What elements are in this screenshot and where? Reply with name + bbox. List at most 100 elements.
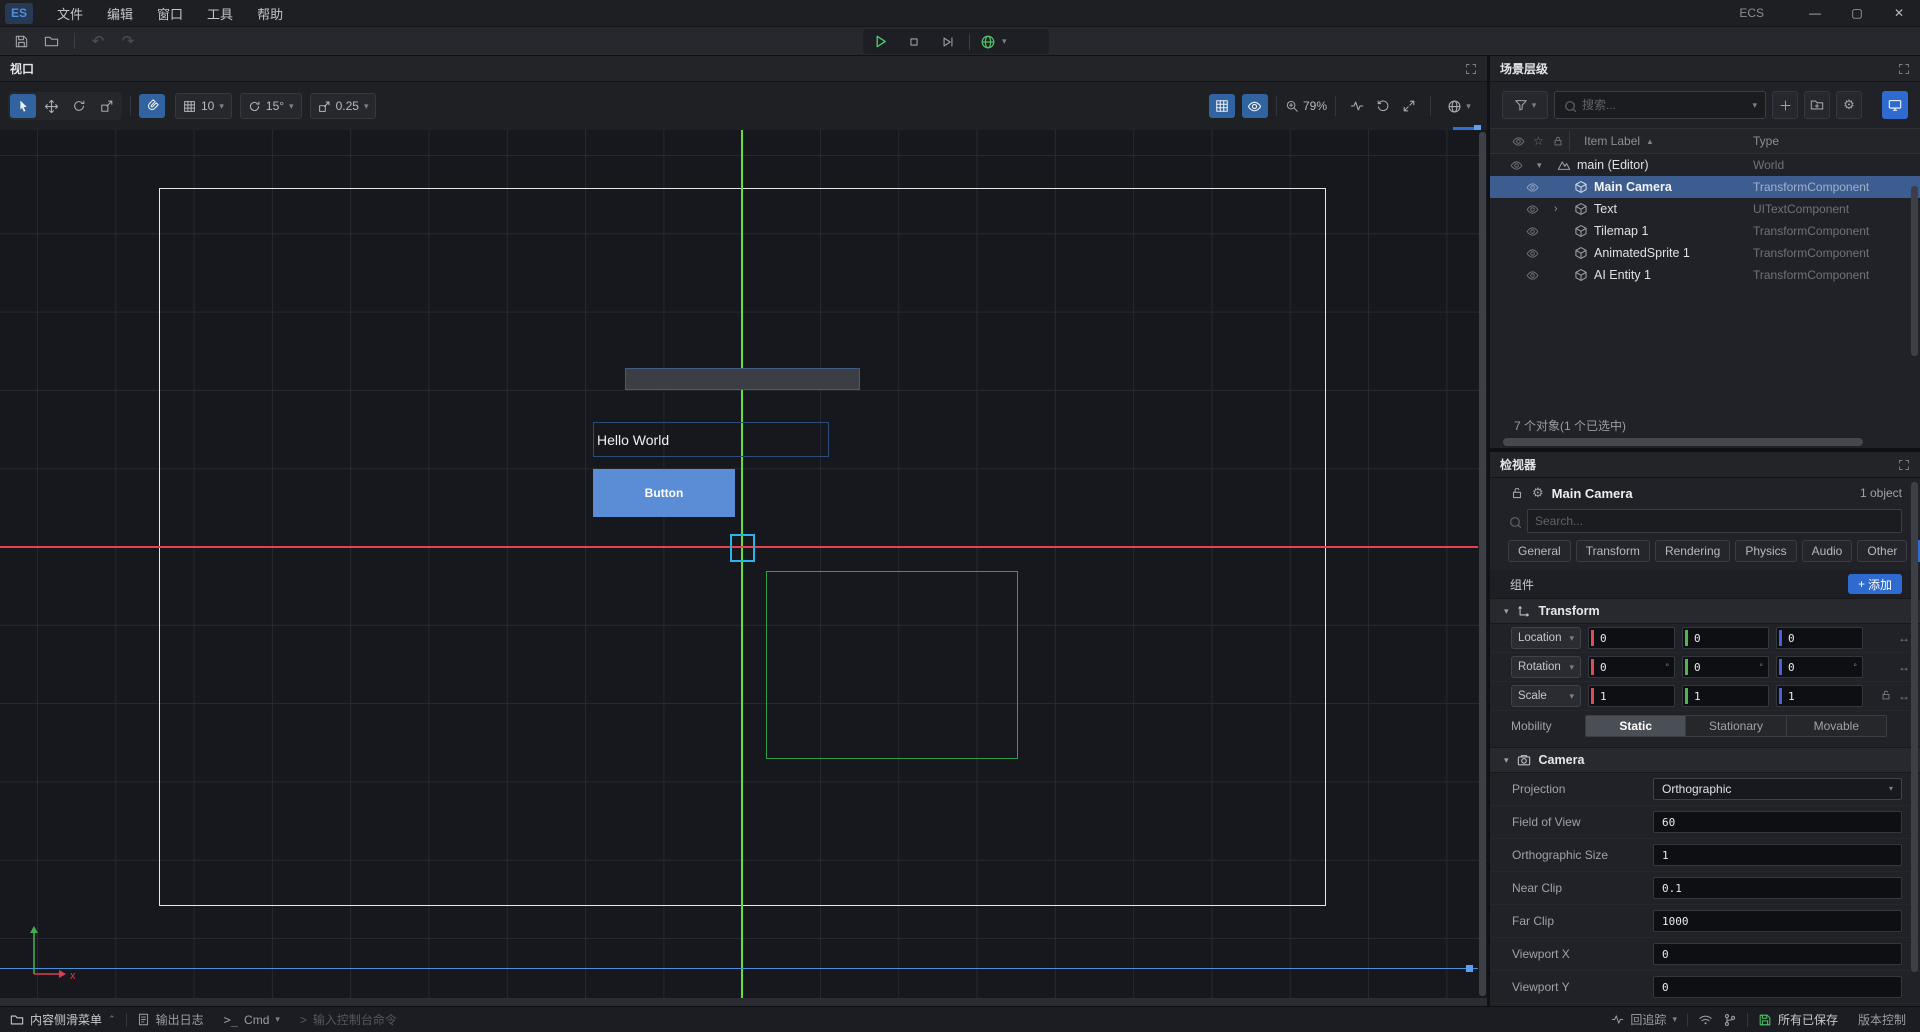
output-log-button[interactable]: 输出日志 <box>127 1011 214 1028</box>
display-mode-button[interactable] <box>1882 91 1908 119</box>
scale-x-field[interactable] <box>1588 685 1675 707</box>
visibility-column-icon[interactable] <box>1512 135 1525 148</box>
gear-icon[interactable]: ⚙ <box>1532 485 1544 501</box>
rotation-y-field[interactable]: ° <box>1682 656 1769 678</box>
field-of-view-field[interactable] <box>1653 811 1902 833</box>
inspector-search-input[interactable] <box>1535 514 1894 528</box>
minimize-button[interactable]: — <box>1794 0 1836 27</box>
location-x-field[interactable] <box>1588 627 1675 649</box>
app-logo[interactable]: ES <box>5 3 33 24</box>
table-row[interactable]: AI Entity 1 TransformComponent <box>1490 264 1920 286</box>
save-status[interactable]: 所有已保存 <box>1748 1011 1848 1028</box>
hierarchy-settings-button[interactable]: ⚙ <box>1836 91 1862 119</box>
visibility-icon[interactable] <box>1526 203 1539 216</box>
rotation-dropdown[interactable]: Rotation ▾ <box>1511 656 1581 678</box>
table-row[interactable]: Tilemap 1 TransformComponent <box>1490 220 1920 242</box>
zoom-icon[interactable] <box>1285 99 1299 113</box>
hierarchy-search[interactable]: ▾ <box>1554 91 1766 119</box>
tab-rendering[interactable]: Rendering <box>1655 540 1730 562</box>
zoom-level[interactable]: 79% <box>1303 99 1327 113</box>
add-entity-button[interactable] <box>1772 91 1798 119</box>
camera-section-header[interactable]: ▾ Camera <box>1490 747 1920 773</box>
table-row[interactable]: ▾ main (Editor) World <box>1490 154 1920 176</box>
menu-help[interactable]: 帮助 <box>245 0 295 27</box>
link-axes-icon[interactable]: ↔ <box>1898 631 1910 645</box>
tab-general[interactable]: General <box>1508 540 1571 562</box>
mobility-stationary[interactable]: Stationary <box>1686 716 1786 736</box>
tab-physics[interactable]: Physics <box>1735 540 1796 562</box>
button-entity[interactable]: Button <box>593 469 735 517</box>
table-row-selected[interactable]: Main Camera TransformComponent <box>1490 176 1920 198</box>
select-tool-button[interactable] <box>10 94 36 118</box>
column-type[interactable]: Type <box>1753 134 1779 148</box>
scale-tool-button[interactable] <box>94 94 120 118</box>
hierarchy-vertical-scrollbar[interactable] <box>1911 186 1918 356</box>
rotation-z-field[interactable]: ° <box>1776 656 1863 678</box>
add-component-button[interactable]: + 添加 <box>1848 574 1902 594</box>
visibility-icon[interactable] <box>1526 225 1539 238</box>
play-button[interactable] <box>863 29 897 54</box>
lock-column-icon[interactable] <box>1552 135 1564 147</box>
show-gizmos-button[interactable] <box>1242 94 1268 118</box>
visibility-icon[interactable] <box>1510 159 1523 172</box>
tab-audio[interactable]: Audio <box>1802 540 1853 562</box>
link-axes-icon[interactable]: ↔ <box>1898 660 1910 674</box>
fullscreen-icon[interactable] <box>1465 63 1477 75</box>
console-command-input[interactable]: > 输入控制台命令 <box>290 1011 407 1028</box>
fullscreen-icon[interactable] <box>1898 63 1910 75</box>
unlock-icon[interactable] <box>1510 486 1524 500</box>
inspector-vertical-scrollbar[interactable] <box>1911 482 1918 972</box>
scale-z-field[interactable] <box>1776 685 1863 707</box>
network-status-icon[interactable] <box>1688 1012 1723 1027</box>
menu-tools[interactable]: 工具 <box>195 0 245 27</box>
close-button[interactable]: ✕ <box>1878 0 1920 27</box>
world-globe-dropdown[interactable]: ▾ <box>1439 94 1479 118</box>
stop-button[interactable] <box>897 29 931 54</box>
move-tool-button[interactable] <box>38 94 64 118</box>
snap-toggle-button[interactable] <box>139 94 165 118</box>
hierarchy-horizontal-scrollbar[interactable] <box>1490 437 1920 448</box>
lock-scale-icon[interactable] <box>1880 689 1892 701</box>
menu-window[interactable]: 窗口 <box>145 0 195 27</box>
transform-section-header[interactable]: ▾ Transform <box>1490 598 1920 624</box>
chevron-down-icon[interactable]: ▾ <box>1752 101 1757 110</box>
save-button[interactable] <box>10 30 32 52</box>
location-dropdown[interactable]: Location ▾ <box>1511 627 1581 649</box>
mobility-movable[interactable]: Movable <box>1787 716 1886 736</box>
version-control-button[interactable]: 版本控制 <box>1848 1011 1920 1028</box>
stats-button[interactable] <box>1344 94 1370 118</box>
favorite-column-icon[interactable]: ☆ <box>1533 134 1544 148</box>
rotate-tool-button[interactable] <box>66 94 92 118</box>
mobility-static[interactable]: Static <box>1586 716 1686 736</box>
rotation-snap-dropdown[interactable]: 15° ▾ <box>240 93 302 119</box>
menu-file[interactable]: 文件 <box>45 0 95 27</box>
show-grid-button[interactable] <box>1209 94 1235 118</box>
tilemap-bounds-rect[interactable] <box>766 571 1018 759</box>
rotation-x-field[interactable]: ° <box>1588 656 1675 678</box>
chevron-down-icon[interactable]: ▾ <box>1537 160 1542 171</box>
viewport-vertical-scrollbar[interactable] <box>1479 132 1486 996</box>
viewport-y-field[interactable] <box>1653 976 1902 998</box>
table-row[interactable]: AnimatedSprite 1 TransformComponent <box>1490 242 1920 264</box>
step-button[interactable] <box>931 29 965 54</box>
new-folder-button[interactable] <box>1804 91 1830 119</box>
network-globe-button[interactable] <box>974 29 1002 54</box>
camera-selection-box[interactable] <box>730 534 755 562</box>
reset-view-button[interactable] <box>1370 94 1396 118</box>
undo-button[interactable]: ↶ <box>87 30 109 52</box>
cmd-dropdown[interactable]: >_ Cmd ▾ <box>214 1013 290 1027</box>
text-entity[interactable]: Hello World <box>593 422 829 457</box>
maximize-button[interactable]: ▢ <box>1836 0 1878 27</box>
location-y-field[interactable] <box>1682 627 1769 649</box>
content-drawer-button[interactable]: 内容侧滑菜单 ⌃ <box>0 1011 126 1028</box>
visibility-icon[interactable] <box>1526 269 1539 282</box>
source-control-branch-icon[interactable] <box>1723 1013 1747 1027</box>
open-folder-button[interactable] <box>40 30 62 52</box>
orthographic-size-field[interactable] <box>1653 844 1902 866</box>
grid-snap-dropdown[interactable]: 10 ▾ <box>175 93 232 119</box>
scale-dropdown[interactable]: Scale ▾ <box>1511 685 1581 707</box>
column-item-label[interactable]: Item Label ▲ <box>1569 134 1654 148</box>
scene-canvas[interactable]: Hello World Button x <box>0 130 1487 1006</box>
panel-entity[interactable] <box>625 368 860 390</box>
tab-transform[interactable]: Transform <box>1576 540 1650 562</box>
